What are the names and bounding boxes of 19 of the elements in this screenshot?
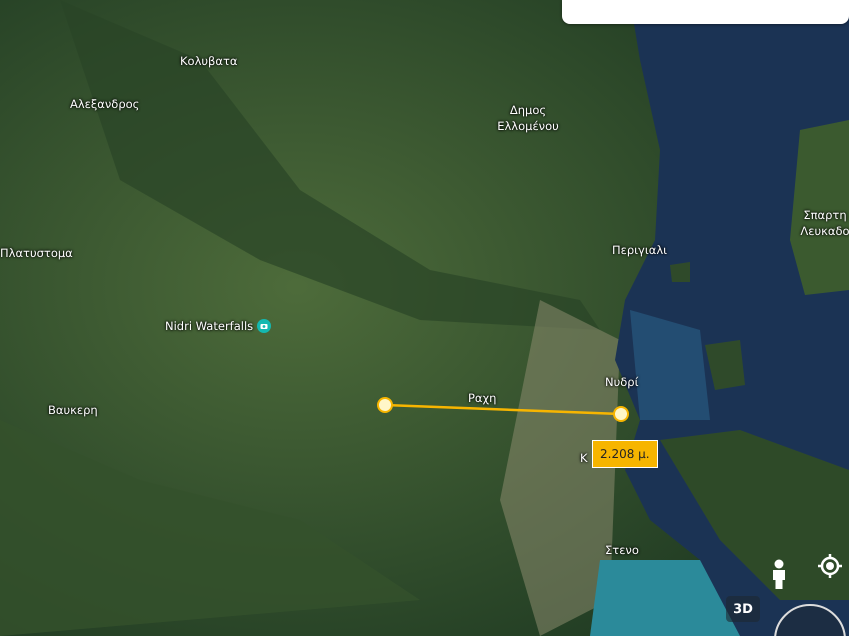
distance-badge: 2.208 μ. (592, 440, 658, 468)
camera-icon[interactable] (257, 319, 272, 333)
map-label[interactable]: Nidri Waterfalls (165, 318, 254, 334)
map-label: Κ (580, 450, 588, 466)
island (670, 262, 690, 282)
map-label: Σπαρτη Λευκαδο (800, 207, 849, 239)
map-label: Κολυβατα (180, 53, 238, 69)
map-label: Στενο (605, 542, 639, 558)
island (705, 340, 745, 390)
3d-view-button[interactable]: 3D (726, 596, 760, 622)
person-icon[interactable] (770, 559, 788, 589)
map-label: Ραχη (468, 390, 496, 406)
map-label: Περιγιαλι (612, 242, 668, 258)
map-label: Πλατυστομα (0, 245, 73, 261)
map-label: Αλεξανδρος (70, 96, 140, 112)
map-label: Βαυκερη (48, 402, 98, 418)
map-label: Νυδρί (605, 374, 638, 390)
map-label: Δημος Ελλομένου (496, 102, 560, 134)
my-location-icon[interactable] (817, 553, 843, 579)
